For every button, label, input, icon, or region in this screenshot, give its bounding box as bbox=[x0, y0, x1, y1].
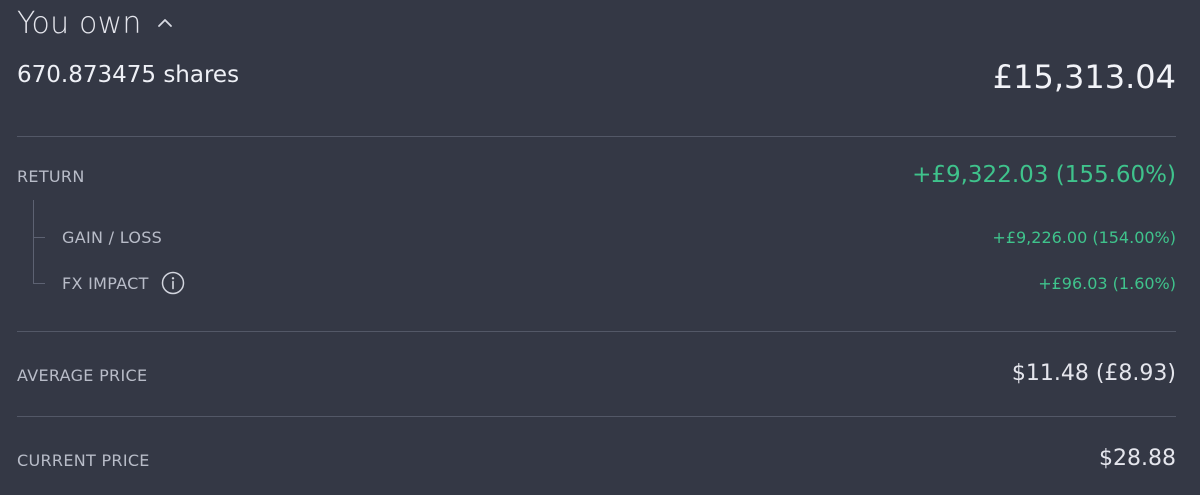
current-price-label: CURRENT PRICE bbox=[17, 451, 150, 470]
fx-impact-label-text: FX IMPACT bbox=[62, 273, 149, 293]
you-own-header-toggle[interactable]: You own bbox=[17, 0, 174, 46]
gain-loss-label-text: GAIN / LOSS bbox=[62, 227, 163, 247]
gain-loss-value: +£9,226.00 (154.00%) bbox=[992, 228, 1176, 247]
chevron-up-icon[interactable] bbox=[156, 14, 174, 32]
average-price-label: AVERAGE PRICE bbox=[17, 366, 148, 385]
tree-branch bbox=[33, 237, 45, 238]
divider bbox=[17, 416, 1176, 417]
shares-count: 670.873475 shares bbox=[17, 62, 240, 88]
gain-loss-label: GAIN / LOSS bbox=[62, 227, 162, 247]
current-price-value: $28.88 bbox=[1099, 446, 1176, 471]
return-value: +£9,322.03 (155.60%) bbox=[912, 162, 1176, 188]
tree-branch bbox=[33, 283, 45, 284]
section-title: You own bbox=[17, 5, 142, 41]
fx-impact-value: +£96.03 (1.60%) bbox=[1038, 274, 1176, 293]
info-icon[interactable] bbox=[161, 271, 185, 295]
divider bbox=[17, 331, 1176, 332]
divider bbox=[17, 136, 1176, 137]
total-holding-value: £15,313.04 bbox=[992, 58, 1176, 96]
average-price-value: $11.48 (£8.93) bbox=[1011, 361, 1176, 386]
fx-impact-label: FX IMPACT bbox=[62, 271, 185, 295]
return-label: RETURN bbox=[17, 167, 85, 186]
tree-connector bbox=[33, 200, 34, 284]
